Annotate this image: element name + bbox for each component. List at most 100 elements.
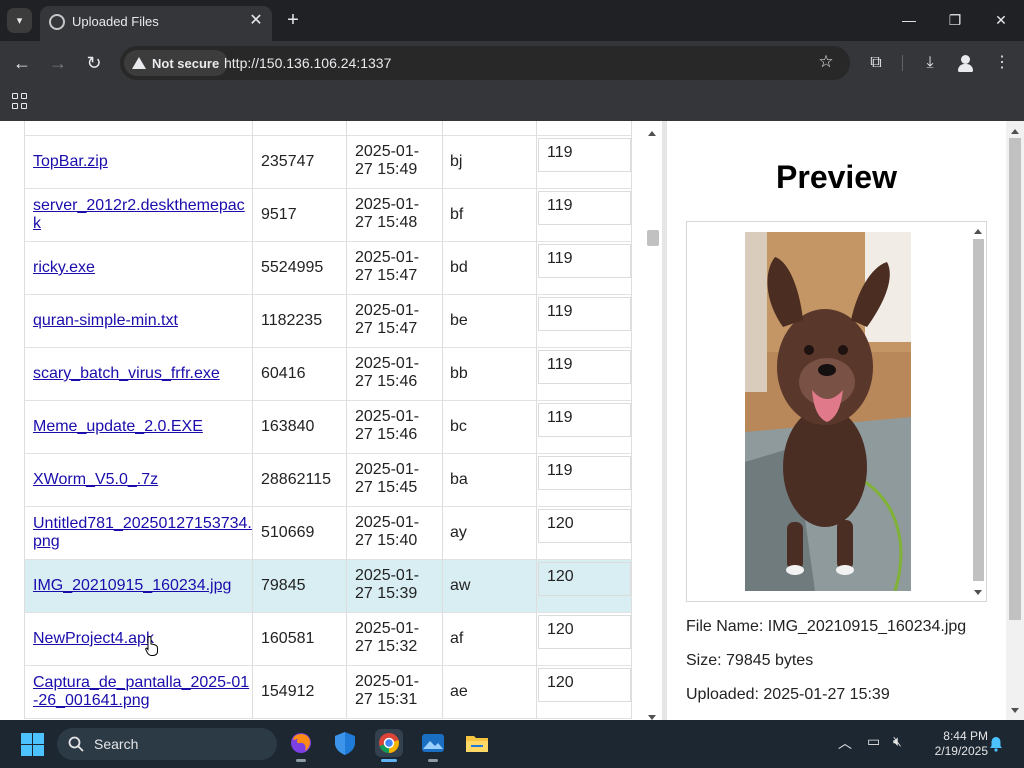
table-row[interactable]: XWorm_V5.0_.7z 28862115 2025-01- 27 15:45 ba… (24, 454, 632, 507)
number-field[interactable]: 119 (538, 191, 631, 225)
url-text[interactable]: http://150.136.106.24:1337 (224, 55, 391, 71)
file-name-cell: IMG_20210915_160234.jpg (24, 560, 252, 613)
upload-date-line: 2025-01- (355, 355, 420, 372)
file-link[interactable]: ricky.exe (33, 250, 252, 277)
photos-icon[interactable] (419, 729, 447, 762)
table-row[interactable]: scary_batch_virus_frfr.exe 60416 2025-01- 2… (24, 348, 632, 401)
browser-tab[interactable]: Uploaded Files ✕ (40, 6, 272, 41)
scroll-thumb[interactable] (1009, 138, 1021, 620)
file-name-cell: server_2012r2.deskthemepack (24, 189, 252, 242)
upload-date-line: 2025-01- (355, 567, 420, 584)
table-row[interactable]: Meme_update_2.0.EXE 163840 2025-01- 27 15:4… (24, 401, 632, 454)
number-field[interactable]: 119 (538, 297, 631, 331)
file-link[interactable]: XWorm_V5.0_.7z (33, 462, 252, 489)
scroll-thumb[interactable] (973, 239, 984, 581)
minimize-icon[interactable]: — (894, 6, 924, 34)
file-size-cell: 28862115 (252, 454, 346, 507)
number-field[interactable]: 120 (538, 562, 631, 596)
back-arrow-icon[interactable]: ← (10, 51, 34, 75)
download-icon[interactable]: ⤓ (918, 51, 942, 75)
table-row[interactable]: Captura_de_pantalla_2025-01-26_001641.pn… (24, 666, 632, 719)
upload-date-line: 2025-01- (355, 461, 420, 478)
number-field[interactable]: 119 (538, 244, 631, 278)
security-label: Not secure (152, 55, 220, 71)
number-field[interactable]: 119 (538, 350, 631, 384)
extensions-icon[interactable]: ⧉ (864, 51, 888, 75)
file-name-cell: TopBar.zip (24, 136, 252, 189)
browser-title-bar: ▾ Uploaded Files ✕ + — ❐ ✕ (0, 0, 1024, 41)
taskbar-search[interactable]: Search (57, 728, 277, 760)
file-link[interactable]: TopBar.zip (33, 144, 252, 171)
window-close-icon[interactable]: ✕ (986, 6, 1016, 34)
number-field[interactable]: 119 (538, 456, 631, 490)
bell-icon[interactable] (987, 735, 1005, 753)
star-icon[interactable]: ☆ (815, 51, 837, 73)
page-content: Kod_by_Unknown_Venom.zip 27 15:55 TopBar.z… (0, 121, 1024, 720)
file-size-cell: 160581 (252, 613, 346, 666)
taskbar-clock[interactable]: 8:44 PM 2/19/2025 (916, 729, 988, 759)
scroll-down-icon[interactable] (1011, 708, 1019, 713)
address-bar[interactable]: Not secure http://150.136.106.24:1337 ☆ (120, 46, 850, 80)
file-link[interactable]: quran-simple-min.txt (33, 303, 252, 330)
upload-time-line: 27 15:39 (355, 585, 418, 602)
more-vert-icon[interactable]: ⋮ (990, 51, 1014, 75)
uploader-cell: af (442, 613, 536, 666)
number-field[interactable]: 120 (538, 509, 631, 543)
upload-date-line: 2025-01- (355, 514, 420, 531)
table-row[interactable]: Kod_by_Unknown_Venom.zip 27 15:55 (24, 121, 632, 136)
upload-date-line: 2025-01- (355, 196, 420, 213)
reload-icon[interactable]: ↻ (82, 51, 106, 75)
file-link[interactable]: server_2012r2.deskthemepack (33, 197, 252, 233)
table-row[interactable]: ricky.exe 5524995 2025-01- 27 15:47 bd 119 (24, 242, 632, 295)
file-link[interactable]: Captura_de_pantalla_2025-01-26_001641.pn… (33, 674, 252, 710)
bookmarks-bar (0, 85, 1024, 121)
preview-image-frame (686, 221, 987, 602)
windows-start-icon[interactable] (21, 733, 44, 756)
restore-icon[interactable]: ❐ (940, 6, 970, 34)
number-field[interactable]: 119 (538, 138, 631, 172)
number-field[interactable]: 120 (538, 615, 631, 649)
table-row[interactable]: TopBar.zip 235747 2025-01- 27 15:49 bj 119 (24, 136, 632, 189)
number-field[interactable]: 120 (538, 668, 631, 702)
network-icon[interactable]: ▭ (867, 733, 880, 750)
scroll-up-icon[interactable] (1011, 129, 1019, 134)
file-list-scrollbar[interactable] (643, 121, 662, 720)
file-size-cell: 154912 (252, 666, 346, 719)
file-link[interactable]: NewProject4.apk (33, 621, 252, 648)
apps-grid-icon[interactable] (12, 93, 28, 109)
table-row[interactable]: Untitled781_20250127153734.png 510669 2025… (24, 507, 632, 560)
firefox-icon[interactable] (287, 729, 315, 762)
scroll-up-icon[interactable] (648, 131, 656, 136)
plus-icon[interactable]: + (282, 9, 304, 31)
number-field[interactable]: 119 (538, 403, 631, 437)
scroll-down-icon[interactable] (974, 590, 982, 595)
tab-search-icon[interactable]: ▾ (7, 8, 32, 33)
file-size-cell: 60416 (252, 348, 346, 401)
table-row[interactable]: quran-simple-min.txt 1182235 2025-01- 27 15… (24, 295, 632, 348)
file-size-cell: 163840 (252, 401, 346, 454)
defender-shield-icon[interactable] (331, 729, 359, 757)
file-name-cell: ricky.exe (24, 242, 252, 295)
close-icon[interactable]: ✕ (247, 11, 265, 31)
file-link[interactable]: Untitled781_20250127153734.png (33, 515, 252, 551)
chrome-icon[interactable] (375, 729, 403, 762)
file-link[interactable]: IMG_20210915_160234.jpg (33, 568, 252, 595)
chevron-up-icon[interactable]: ︿ (838, 733, 852, 753)
security-chip[interactable]: Not secure (124, 50, 229, 76)
table-row[interactable]: NewProject4.apk 160581 2025-01- 27 15:32 af 1… (24, 613, 632, 666)
scroll-thumb[interactable] (647, 230, 659, 246)
table-row[interactable]: IMG_20210915_160234.jpg 79845 2025-01- 27 1… (24, 560, 632, 613)
forward-arrow-icon[interactable]: → (46, 51, 70, 75)
file-explorer-icon[interactable] (463, 729, 491, 757)
number-cell: 119 (536, 348, 632, 401)
preview-scrollbar[interactable] (970, 222, 986, 601)
number-cell: 119 (536, 454, 632, 507)
profile-icon[interactable] (956, 53, 975, 72)
globe-icon (49, 14, 65, 30)
volume-muted-icon[interactable]: 🔇︎ (893, 733, 902, 750)
scroll-up-icon[interactable] (974, 229, 982, 234)
file-link[interactable]: Meme_update_2.0.EXE (33, 409, 252, 436)
page-scrollbar[interactable] (1006, 121, 1024, 720)
file-link[interactable]: scary_batch_virus_frfr.exe (33, 356, 252, 383)
table-row[interactable]: server_2012r2.deskthemepack 9517 2025-01- 2… (24, 189, 632, 242)
